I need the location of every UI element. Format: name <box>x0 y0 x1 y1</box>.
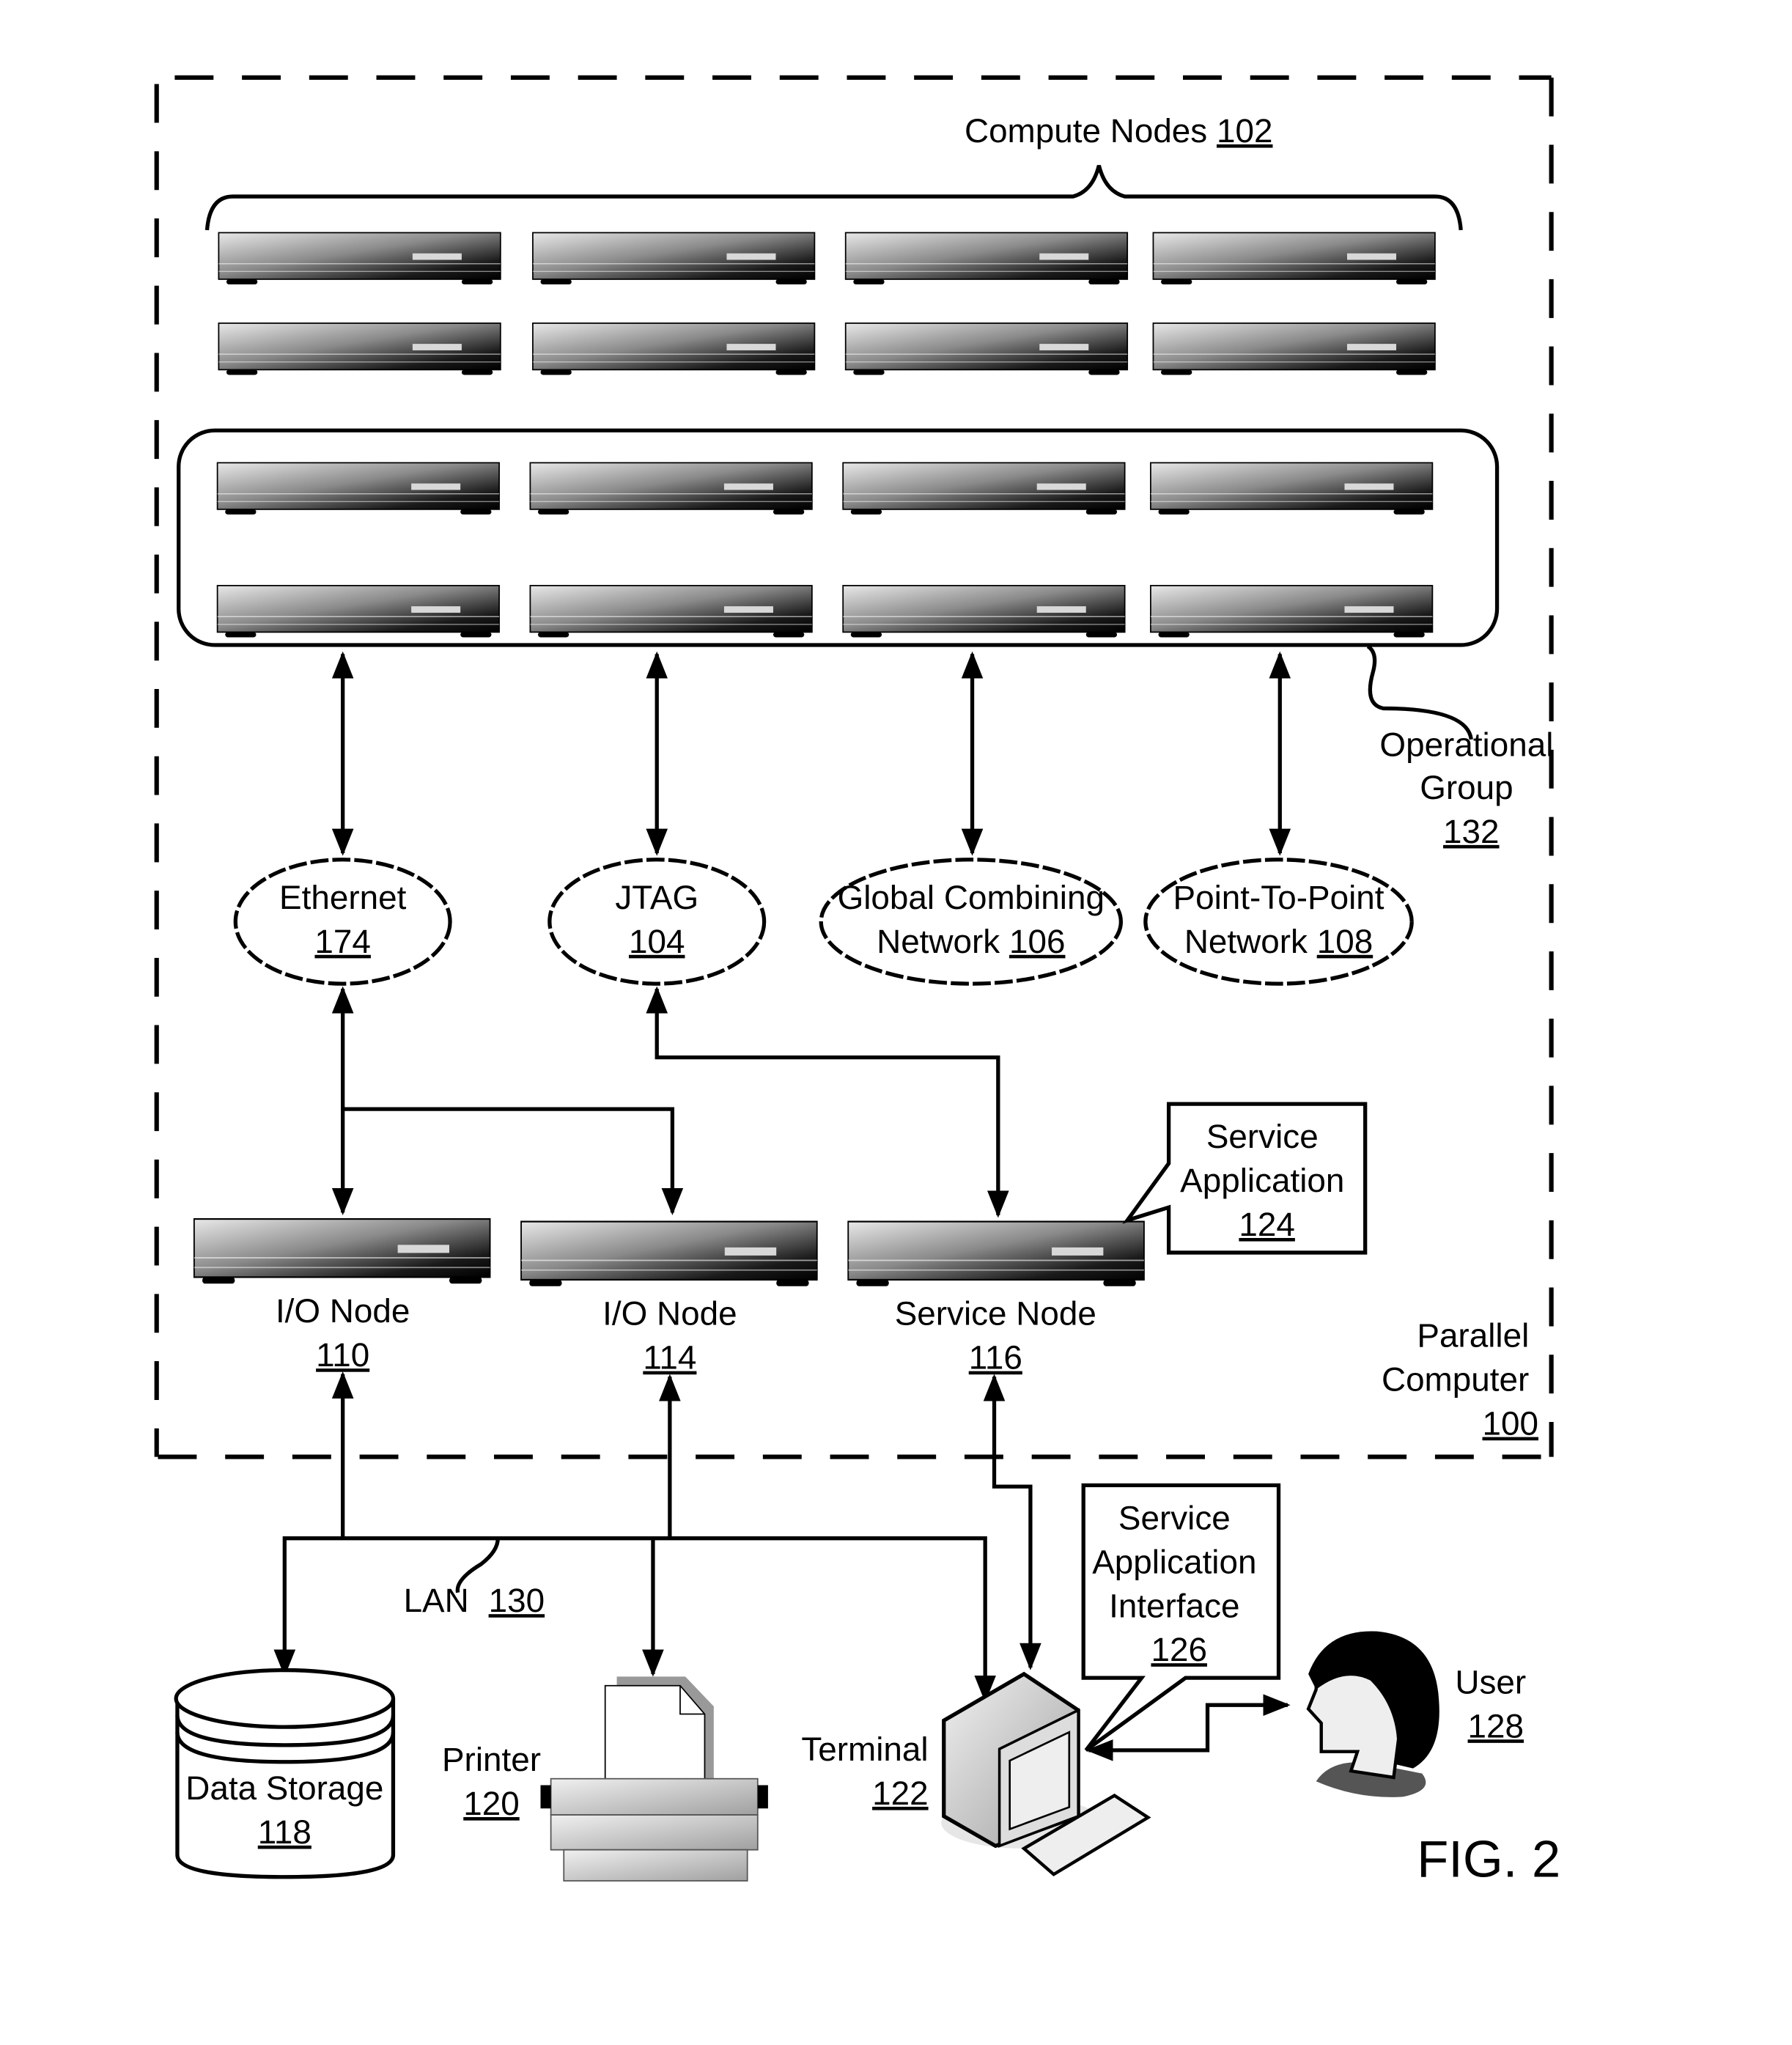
parallel-computer-diagram: Compute Nodes 102 Operational Group 132 <box>154 75 1563 1888</box>
service-node: Service Node 116 <box>847 1220 1146 1377</box>
compute-node <box>532 323 816 376</box>
compute-node <box>1152 323 1436 376</box>
figure-label: FIG. 2 <box>1417 1830 1560 1888</box>
compute-node <box>216 462 500 515</box>
compute-node <box>1152 232 1436 285</box>
parallel-computer-label: Parallel Computer 100 <box>1382 1316 1538 1442</box>
computer-icon <box>941 1671 1151 1876</box>
network-jtag: JTAG 104 <box>547 858 767 986</box>
io-node-110: I/O Node 110 <box>193 1217 491 1374</box>
compute-node-grid <box>218 232 1436 376</box>
service-application-callout: Service Application 124 <box>1122 1102 1368 1255</box>
compute-node <box>529 462 813 515</box>
compute-node <box>842 585 1126 638</box>
ethernet-io-links <box>331 986 1009 1218</box>
user-icon <box>1306 1631 1439 1797</box>
compute-node <box>529 585 813 638</box>
group-network-links <box>331 651 1291 856</box>
printer-icon <box>540 1676 768 1882</box>
data-storage: Data Storage 118 <box>174 1668 396 1879</box>
compute-node <box>218 232 501 285</box>
svg-text:I/O Node114: I/O Node 114 <box>602 1294 737 1377</box>
compute-node <box>216 585 500 638</box>
compute-node <box>532 232 816 285</box>
lan-label: LAN 130 <box>404 1581 545 1619</box>
printer: Printer 120 <box>442 1676 768 1882</box>
compute-node <box>842 462 1126 515</box>
operational-group-label: Operational Group 132 <box>1379 726 1563 850</box>
operational-group-nodes <box>216 462 1434 638</box>
terminal: Terminal 122 <box>801 1671 1151 1876</box>
network-point-to-point: Point-To-Point Network 108 <box>1143 858 1414 986</box>
io-node-114: I/O Node 114 <box>520 1220 818 1377</box>
compute-node <box>844 323 1129 376</box>
network-global-combining: Global Combining Network 106 <box>819 858 1124 986</box>
compute-nodes-label: Compute Nodes 102 <box>965 111 1273 150</box>
svg-text:Service Node116: Service Node 116 <box>895 1294 1096 1377</box>
svg-text:I/O Node110: I/O Node 110 <box>276 1292 410 1374</box>
svg-text:Terminal122: Terminal 122 <box>801 1730 928 1812</box>
svg-text:Printer120: Printer 120 <box>442 1740 541 1822</box>
compute-nodes-brace <box>204 165 1463 231</box>
compute-node <box>1150 585 1434 638</box>
network-ethernet: Ethernet 174 <box>233 858 452 986</box>
user: User 128 <box>1306 1631 1526 1797</box>
compute-node <box>218 323 501 376</box>
compute-node <box>844 232 1129 285</box>
lan-links <box>273 1371 1041 1703</box>
svg-text:User128: User 128 <box>1455 1662 1526 1744</box>
service-application-interface-callout: Service Application Interface 126 <box>1081 1483 1281 1753</box>
compute-node <box>1150 462 1434 515</box>
